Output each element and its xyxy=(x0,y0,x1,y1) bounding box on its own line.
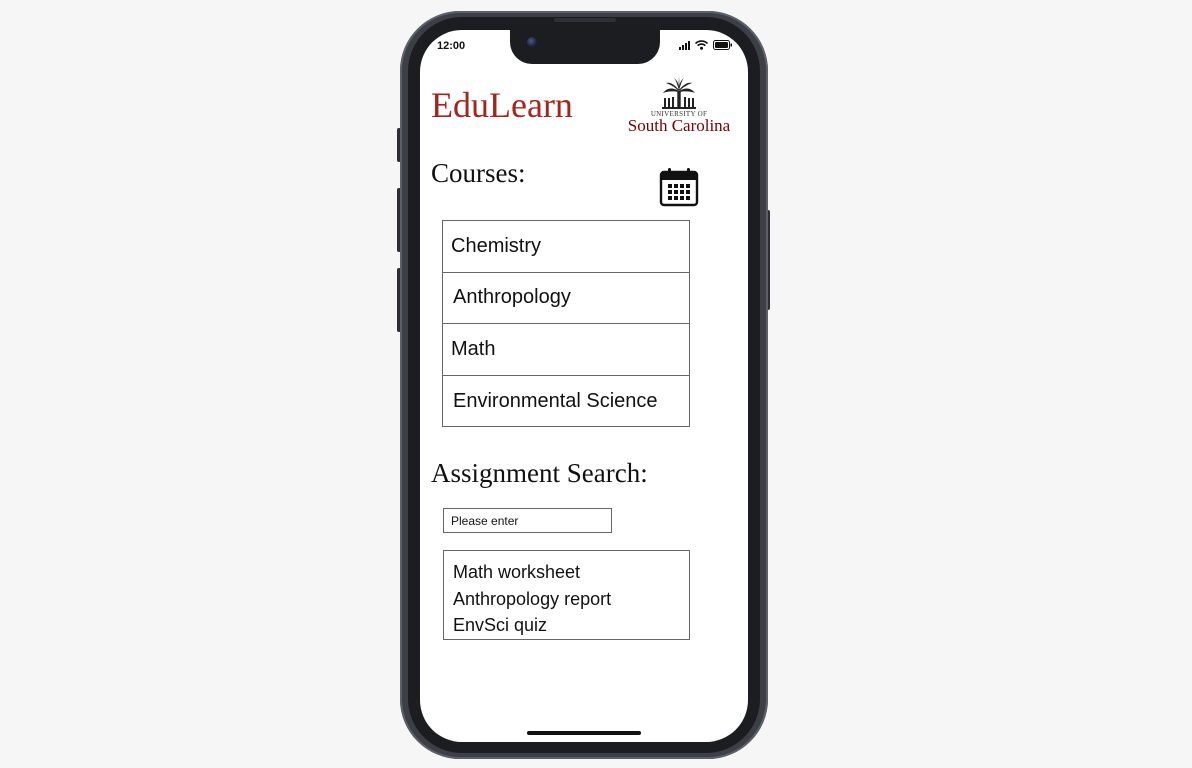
course-list: Chemistry Anthropology Math Environmenta… xyxy=(442,220,690,427)
logo-text-south-carolina: South Carolina xyxy=(627,116,731,135)
stage: 12:00 EduLearn UNIVERSITY OF South Carol… xyxy=(0,0,1192,768)
home-indicator[interactable] xyxy=(527,731,641,735)
course-item-math[interactable]: Math xyxy=(443,324,689,376)
assignment-result-anthropology-report[interactable]: Anthropology report xyxy=(453,586,689,613)
status-time: 12:00 xyxy=(437,40,466,52)
course-item-anthropology[interactable]: Anthropology xyxy=(443,273,689,324)
assignment-search-input[interactable] xyxy=(443,508,612,533)
course-item-environmental-science[interactable]: Environmental Science xyxy=(443,376,689,428)
battery-icon xyxy=(713,40,732,50)
calendar-icon[interactable] xyxy=(659,167,699,207)
assignment-result-math-worksheet[interactable]: Math worksheet xyxy=(453,559,689,586)
assignment-results-list: Math worksheet Anthropology report EnvSc… xyxy=(443,550,690,640)
wifi-icon xyxy=(695,40,708,50)
assignment-search-heading: Assignment Search: xyxy=(431,458,648,488)
app-title: EduLearn xyxy=(431,85,573,125)
phone-speaker xyxy=(554,18,616,22)
front-camera-icon xyxy=(527,37,537,47)
palmetto-tree-icon xyxy=(662,77,696,109)
courses-heading: Courses: xyxy=(431,158,526,188)
assignment-result-envsci-quiz[interactable]: EnvSci quiz xyxy=(453,612,689,639)
status-icons xyxy=(679,40,733,50)
course-item-chemistry[interactable]: Chemistry xyxy=(443,221,689,273)
university-logo: UNIVERSITY OF South Carolina xyxy=(620,77,738,137)
cellular-signal-icon xyxy=(679,40,690,50)
